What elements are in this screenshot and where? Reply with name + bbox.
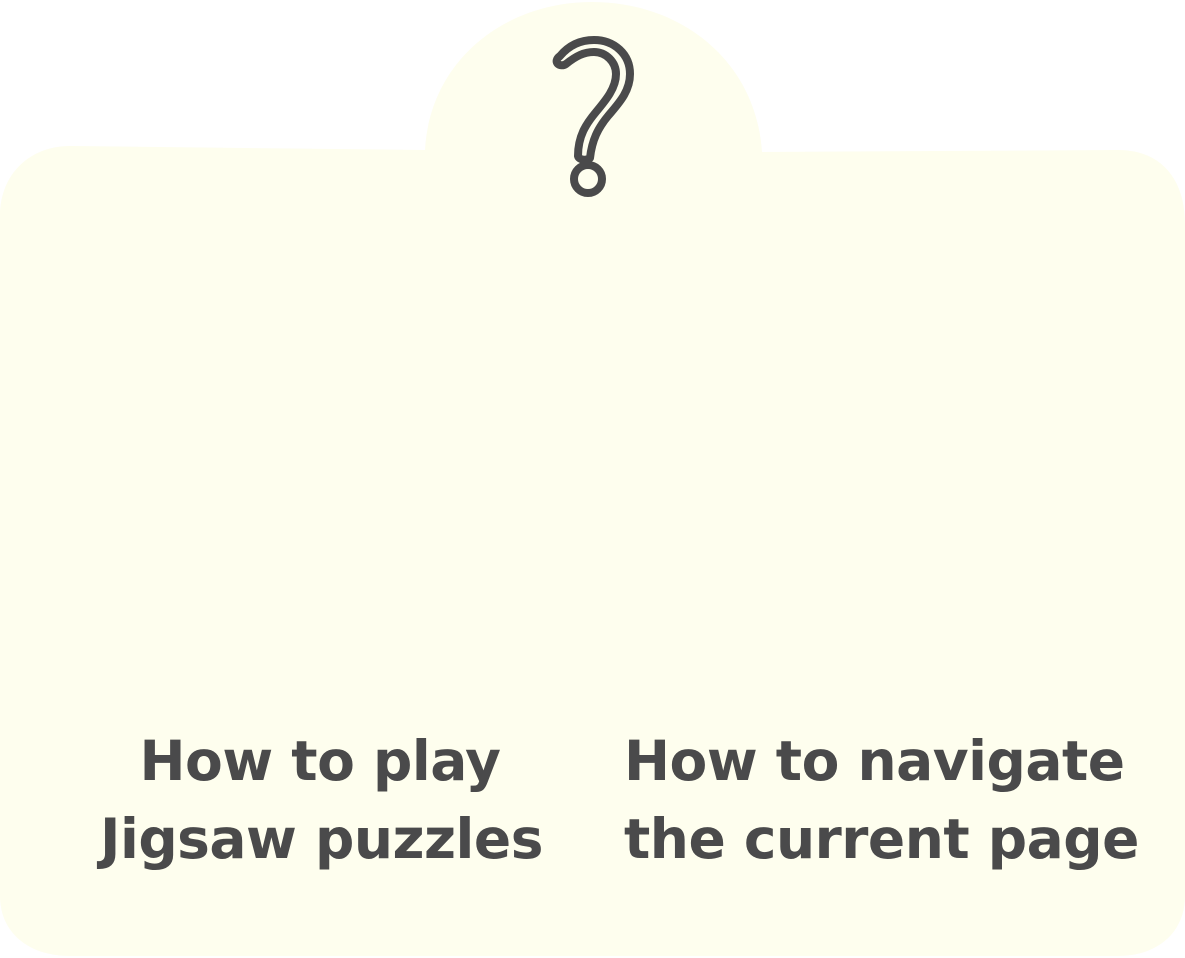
how-to-navigate-line1: How to navigate [624, 729, 1125, 793]
how-to-play-jigsaw-button[interactable]: How to play Jigsaw puzzles [100, 722, 543, 878]
help-screen: How to play Jigsaw puzzles How to naviga… [0, 0, 1185, 958]
how-to-play-jigsaw-line2: Jigsaw puzzles [100, 807, 543, 871]
how-to-navigate-line2: the current page [624, 807, 1139, 871]
question-mark-icon [552, 36, 634, 197]
how-to-navigate-page-button[interactable]: How to navigate the current page [624, 722, 1139, 878]
how-to-play-jigsaw-line1: How to play [139, 729, 502, 793]
